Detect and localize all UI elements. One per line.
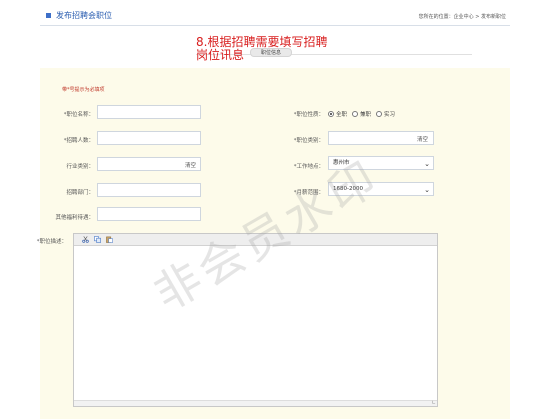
other-benefits-input[interactable] [97, 207, 201, 221]
radio-fulltime[interactable]: 全职 [328, 110, 347, 118]
radio-icon[interactable] [376, 111, 383, 117]
headcount-label: *招聘人数： [63, 138, 94, 144]
radio-internship[interactable]: 实习 [376, 110, 395, 118]
breadcrumb: 您所在的位置：企业中心 > 发布新职位 [418, 14, 506, 20]
resize-handle-icon[interactable]: ∟ [432, 400, 436, 406]
department-input[interactable] [97, 183, 201, 197]
radio-label: 实习 [384, 112, 396, 118]
radio-label: 全职 [336, 112, 348, 118]
page-header: 发布招聘会职位 您所在的位置：企业中心 > 发布新职位 [40, 8, 510, 26]
radio-parttime[interactable]: 兼职 [352, 110, 371, 118]
job-category-label: *职位类别： [293, 138, 324, 144]
instruction-overlay: 8.根据招聘需要填写招聘 岗位讯息 [196, 36, 327, 62]
required-note: 带*号提示为必填项 [62, 87, 105, 93]
editor-toolbar [74, 234, 437, 246]
paste-icon[interactable] [106, 236, 113, 243]
work-location-value: 惠州市 [333, 160, 350, 166]
job-nature-label: *职位性质： [293, 112, 324, 118]
page-title: 发布招聘会职位 [56, 11, 112, 20]
chevron-down-icon: ⌄ [424, 160, 430, 168]
copy-icon[interactable] [94, 236, 101, 243]
title-marker-icon [46, 13, 51, 18]
editor-horizontal-scrollbar[interactable] [74, 400, 437, 406]
salary-value: 1680-2000 [333, 186, 363, 192]
radio-icon[interactable] [352, 111, 359, 117]
headcount-input[interactable] [97, 131, 201, 145]
work-location-select[interactable]: 惠州市 ⌄ [328, 156, 434, 170]
chevron-down-icon: ⌄ [424, 186, 430, 194]
job-category-clear-button[interactable]: 清空 [417, 135, 428, 143]
other-benefits-label: 其他福利待遇： [55, 215, 94, 221]
editor-body[interactable] [74, 246, 437, 400]
industry-label: 行业类别： [66, 164, 94, 170]
job-nature-radio-group: 全职 兼职 实习 [328, 110, 400, 118]
radio-label: 兼职 [360, 112, 372, 118]
job-name-input[interactable] [97, 105, 201, 119]
cut-icon[interactable] [82, 236, 89, 243]
job-name-label: *职位名称： [63, 112, 94, 118]
work-location-label: *工作地点： [293, 164, 324, 170]
description-editor[interactable]: ∟ [73, 233, 438, 407]
description-label: *职位描述： [36, 239, 67, 245]
salary-label: *月薪范围： [293, 190, 324, 196]
industry-clear-button[interactable]: 清空 [185, 161, 196, 169]
salary-select[interactable]: 1680-2000 ⌄ [328, 182, 434, 196]
department-label: 招聘部门： [66, 190, 94, 196]
radio-selected-icon[interactable] [328, 111, 334, 117]
instruction-line: 岗位讯息 [196, 48, 245, 62]
